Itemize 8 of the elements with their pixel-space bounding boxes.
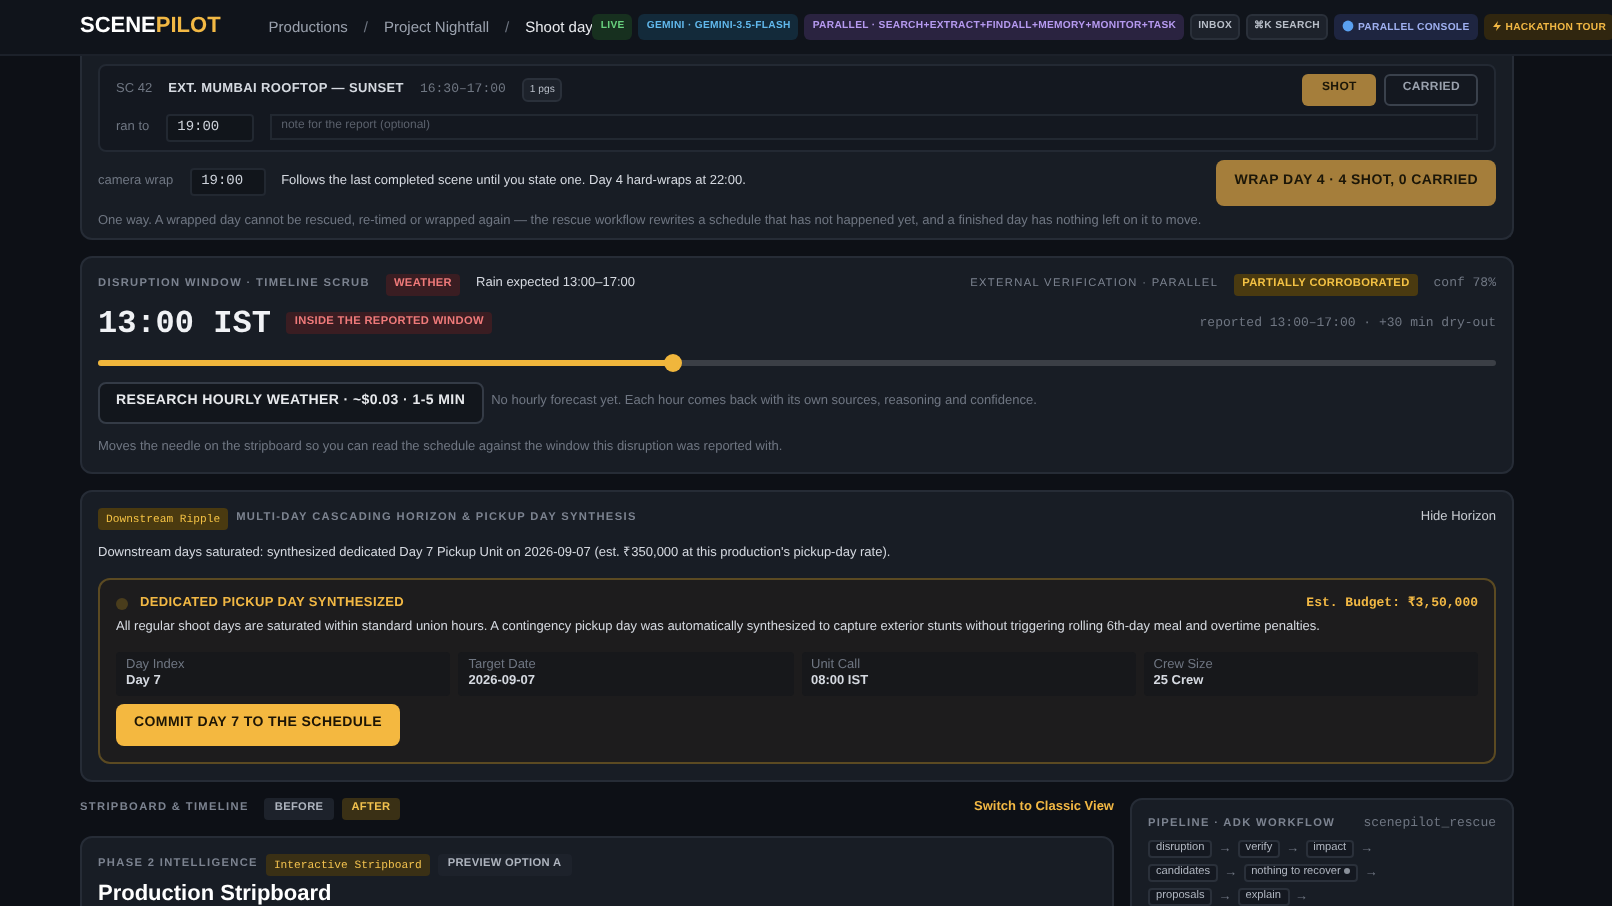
status-dot-icon: [116, 597, 128, 610]
slider-thumb[interactable]: [663, 353, 682, 372]
bolt-icon: [1491, 19, 1502, 32]
status-dot-icon: [1344, 868, 1351, 875]
panel-heading: Production Stripboard: [98, 883, 334, 906]
logo[interactable]: SCENEPILOT: [80, 13, 221, 41]
current-time: 13:00 IST: [98, 303, 271, 344]
globe-icon: [1342, 19, 1354, 32]
